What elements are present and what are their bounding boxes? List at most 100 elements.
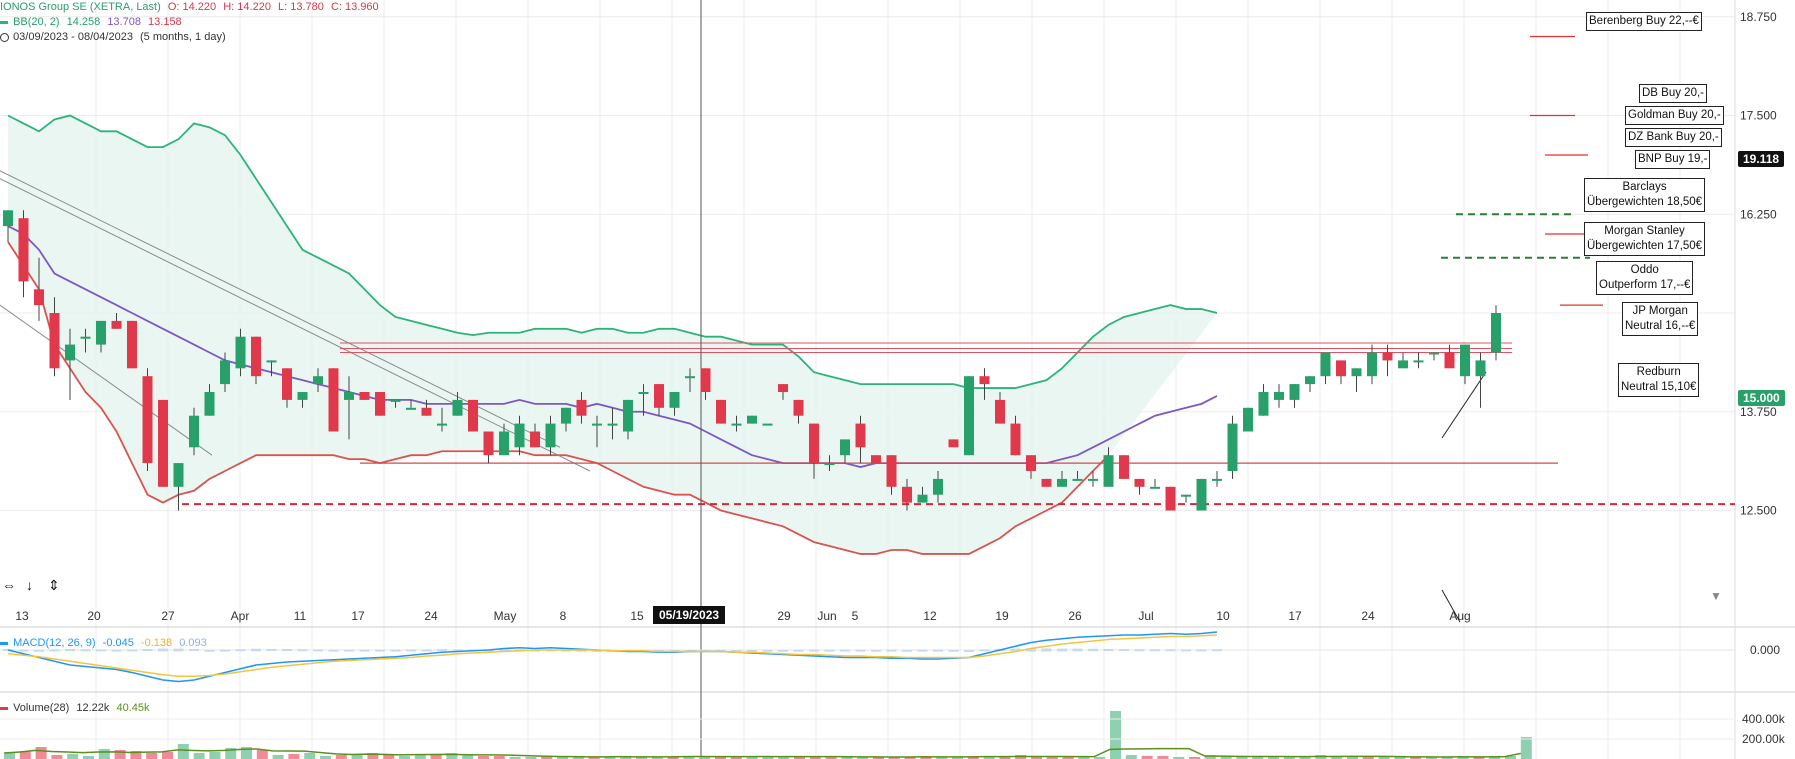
- x-axis-label: 27: [161, 609, 175, 623]
- macd-histogram-bar: [359, 649, 370, 652]
- volume-bar: [414, 755, 426, 759]
- macd-histogram-bar: [251, 648, 261, 652]
- candle-body: [762, 423, 773, 426]
- volume-bar: [1125, 755, 1137, 759]
- macd-histogram-bar: [235, 649, 246, 652]
- x-axis-label: 15: [630, 609, 644, 623]
- candle-body: [468, 399, 478, 432]
- analyst-label-bnp[interactable]: BNP Buy 19,-: [1635, 150, 1711, 169]
- candle-body: [421, 407, 432, 416]
- candle-body: [530, 431, 540, 448]
- macd-histogram-bar: [840, 649, 850, 652]
- macd-histogram-bar: [421, 649, 432, 652]
- analyst-label-redburn[interactable]: Redburn Neutral 15,10€: [1618, 363, 1700, 397]
- macd-histogram-bar: [1119, 649, 1129, 651]
- candle-body: [1491, 313, 1501, 353]
- candle-body: [995, 399, 1005, 424]
- candle-body: [251, 336, 261, 377]
- volume-bar: [162, 752, 173, 759]
- analyst-label-oddo[interactable]: Oddo Outperform 17,--€: [1596, 261, 1694, 295]
- volume-swatch-icon: [0, 706, 8, 710]
- candle-body: [793, 399, 804, 416]
- analyst-label-db[interactable]: DB Buy 20,-: [1639, 84, 1707, 103]
- volume-bar: [35, 747, 47, 759]
- candle-body: [623, 399, 633, 432]
- macd-histogram-bar: [390, 649, 401, 652]
- analyst-label-text: Neutral 16,--€: [1625, 320, 1696, 332]
- bb-label: BB(20, 2): [13, 16, 60, 28]
- x-axis-label: 24: [424, 609, 438, 623]
- candle-body: [111, 320, 122, 329]
- candle-body: [654, 384, 664, 408]
- candle-body: [1429, 352, 1439, 355]
- macd-histogram-bar: [886, 649, 897, 652]
- macd-histogram-bar: [437, 649, 447, 652]
- macd-histogram-bar: [778, 649, 788, 652]
- expand-horizontal-icon[interactable]: ⇔: [2, 577, 16, 593]
- macd-histogram-bar: [1196, 649, 1207, 652]
- analyst-label-text: Morgan Stanley: [1604, 225, 1685, 237]
- candle-body: [375, 392, 385, 416]
- candle-body: [1274, 392, 1284, 400]
- volume-bar: [193, 753, 205, 759]
- x-axis-label: Aug: [1449, 609, 1470, 623]
- candle-body: [1367, 352, 1377, 377]
- candle-body: [933, 478, 943, 495]
- collapse-pane-icon[interactable]: ▼: [1710, 589, 1722, 603]
- candle-body: [561, 407, 571, 424]
- analyst-label-text: Übergewichten 17,50€: [1587, 240, 1703, 252]
- analyst-label-text: Oddo: [1630, 264, 1659, 276]
- open-value: O: 14.220: [167, 1, 217, 13]
- low-value: L: 13.780: [278, 1, 324, 13]
- bb-mid-value: 13.708: [107, 16, 141, 28]
- macd-histogram-bar: [762, 649, 773, 652]
- volume-value: 12.22k: [76, 702, 110, 714]
- candle-body: [1103, 455, 1114, 487]
- candle-body: [592, 423, 602, 426]
- x-axis-label: 20: [87, 609, 101, 623]
- candle-body: [514, 423, 525, 448]
- analyst-label-goldman[interactable]: Goldman Buy 20,-: [1625, 106, 1724, 125]
- analyst-label-morgan-stanley[interactable]: Morgan Stanley Übergewichten 17,50€: [1584, 222, 1706, 256]
- x-axis-label: 19: [995, 609, 1009, 623]
- candle-body: [1398, 360, 1408, 369]
- x-axis-label: 17: [351, 609, 365, 623]
- high-value: H: 14.220: [223, 1, 271, 13]
- macd-histogram-bar: [793, 649, 804, 652]
- arrow-down-icon[interactable]: ↓: [26, 577, 33, 593]
- candle-body: [80, 336, 91, 339]
- macd-label: MACD(12, 26, 9): [13, 637, 96, 649]
- crosshair-price-tag: 19.118: [1738, 151, 1785, 167]
- close-value: C: 13.960: [330, 1, 379, 13]
- candle-body: [499, 431, 509, 456]
- analyst-label-berenberg[interactable]: Berenberg Buy 22,--€: [1586, 12, 1702, 31]
- macd-histogram-bar: [1134, 649, 1145, 652]
- candle-body: [266, 360, 277, 363]
- macd-histogram-bar: [809, 649, 819, 652]
- candle-body: [1320, 352, 1331, 377]
- analyst-label-barclays[interactable]: Barclays Übergewichten 18,50€: [1584, 178, 1706, 212]
- candle-body: [3, 210, 13, 227]
- volume-bar: [209, 752, 221, 759]
- macd-axis-label: 0.000: [1750, 643, 1780, 657]
- volume-bar: [1110, 711, 1121, 759]
- period-text: (5 months, 1 day): [140, 31, 226, 43]
- instrument-legend: IONOS Group SE (XETRA, Last) O: 14.220 H…: [0, 0, 383, 14]
- bb-swatch-icon: [0, 20, 8, 24]
- adjust-vertical-icon[interactable]: ⇕: [48, 577, 60, 594]
- price-axis-label: 18.750: [1740, 10, 1777, 24]
- analyst-label-jp-morgan[interactable]: JP Morgan Neutral 16,--€: [1622, 302, 1699, 336]
- chart-canvas[interactable]: 22.50021.25020.00018.75017.50016.25013.7…: [0, 0, 1795, 759]
- candle-body: [886, 455, 897, 487]
- candle-body: [576, 399, 587, 416]
- candle-body: [158, 399, 168, 487]
- candle-body: [979, 376, 990, 385]
- analyst-label-text: DB Buy 20,-: [1642, 87, 1704, 99]
- price-axis-label: 16.250: [1740, 207, 1777, 221]
- candle-body: [809, 423, 819, 464]
- analyst-label-dz-bank[interactable]: DZ Bank Buy 20,-: [1625, 128, 1722, 147]
- clock-icon: [0, 32, 9, 42]
- candle-body: [1351, 368, 1362, 377]
- candle-body: [1258, 392, 1269, 416]
- candle-body: [607, 423, 618, 426]
